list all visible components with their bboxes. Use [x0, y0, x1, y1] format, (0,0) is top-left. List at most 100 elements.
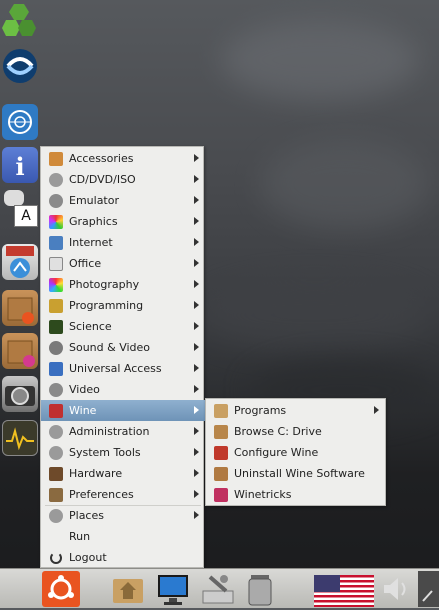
menu-item-label: Preferences: [69, 488, 134, 501]
menu-item-label: Office: [69, 257, 102, 270]
cubes-launcher-icon[interactable]: [2, 2, 38, 38]
menu-item-label: CD/DVD/ISO: [69, 173, 136, 186]
trash-icon: [248, 575, 272, 606]
menu-item-video[interactable]: Video: [41, 379, 205, 400]
keyboard-layout-flag[interactable]: [314, 571, 374, 607]
menu-item-photography[interactable]: Photography: [41, 274, 205, 295]
submenu-arrow-icon: [194, 385, 199, 393]
menu-item-office[interactable]: Office: [41, 253, 205, 274]
science-icon: [49, 320, 63, 334]
camera-launcher-icon[interactable]: [2, 376, 38, 412]
sync-launcher-icon[interactable]: [2, 48, 38, 84]
system-tools-icon: [49, 446, 63, 460]
menu-item-label: Programs: [234, 404, 287, 417]
system-monitor-launcher-icon[interactable]: [2, 420, 38, 456]
programming-icon: [49, 299, 63, 313]
menu-item-label: Places: [69, 509, 104, 522]
search-icon: [422, 590, 433, 602]
submenu-item-configure-wine[interactable]: Configure Wine: [206, 442, 385, 463]
submenu-arrow-icon: [194, 469, 199, 477]
menu-item-label: Universal Access: [69, 362, 162, 375]
sound-video-icon: [49, 341, 63, 355]
menu-item-accessories[interactable]: Accessories: [41, 148, 205, 169]
submenu-arrow-icon: [194, 343, 199, 351]
menu-item-preferences[interactable]: Preferences: [41, 484, 205, 505]
wine-submenu: Programs Browse C: Drive Configure Wine …: [205, 398, 386, 506]
menu-item-emulator[interactable]: Emulator: [41, 190, 205, 211]
universal-access-icon: [49, 362, 63, 376]
menu-item-label: Uninstall Wine Software: [234, 467, 365, 480]
submenu-item-winetricks[interactable]: Winetricks: [206, 484, 385, 505]
menu-item-hardware[interactable]: Hardware: [41, 463, 205, 484]
video-icon: [49, 383, 63, 397]
info-launcher-icon[interactable]: i: [2, 147, 38, 183]
system-settings-button[interactable]: [200, 571, 236, 607]
office-icon: [49, 257, 63, 271]
menu-item-label: Science: [69, 320, 112, 333]
menu-item-label: Wine: [69, 404, 97, 417]
menu-item-places[interactable]: Places: [41, 505, 205, 526]
home-folder-icon: [113, 579, 143, 603]
calendar-launcher-icon[interactable]: [2, 244, 38, 280]
logout-icon: [50, 552, 62, 564]
keyboard-launcher-icon[interactable]: [4, 190, 24, 206]
menu-item-label: Configure Wine: [234, 446, 319, 459]
menu-item-universal-access[interactable]: Universal Access: [41, 358, 205, 379]
wine-icon: [49, 404, 63, 418]
tools-icon: [202, 575, 234, 604]
submenu-arrow-icon: [194, 259, 199, 267]
disc-icon: [49, 173, 63, 187]
menu-item-label: Emulator: [69, 194, 119, 207]
menu-item-graphics[interactable]: Graphics: [41, 211, 205, 232]
accessories-icon: [49, 152, 63, 166]
home-folder-button[interactable]: [110, 571, 146, 607]
package-installer-launcher-icon[interactable]: [2, 333, 38, 369]
menu-item-label: Sound & Video: [69, 341, 151, 354]
left-dock: i: [0, 0, 40, 566]
search-button[interactable]: [418, 571, 439, 607]
menu-item-programming[interactable]: Programming: [41, 295, 205, 316]
un-logo-launcher-icon[interactable]: [2, 104, 38, 140]
volume-button[interactable]: [378, 571, 414, 607]
submenu-arrow-icon: [194, 511, 199, 519]
speaker-icon: [384, 578, 406, 600]
menu-item-system-tools[interactable]: System Tools: [41, 442, 205, 463]
menu-item-label: Programming: [69, 299, 144, 312]
submenu-arrow-icon: [194, 448, 199, 456]
submenu-item-uninstall-wine-software[interactable]: Uninstall Wine Software: [206, 463, 385, 484]
configure-wine-icon: [214, 446, 228, 460]
submenu-arrow-icon: [194, 154, 199, 162]
submenu-arrow-icon: [194, 364, 199, 372]
menu-item-label: Run: [69, 530, 91, 543]
menu-item-run[interactable]: Run: [41, 526, 205, 547]
submenu-arrow-icon: [194, 406, 199, 414]
monitor-icon: [158, 575, 188, 605]
submenu-arrow-icon: [194, 238, 199, 246]
ubuntu-logo-icon: [48, 575, 74, 600]
ubuntu-software-launcher-icon[interactable]: [2, 290, 38, 326]
winetricks-icon: [214, 488, 228, 502]
submenu-item-programs[interactable]: Programs: [206, 400, 385, 421]
submenu-arrow-icon: [194, 280, 199, 288]
menu-item-label: Video: [69, 383, 100, 396]
ubuntu-menu-button[interactable]: [42, 571, 80, 607]
menu-item-label: Administration: [69, 425, 150, 438]
trash-button[interactable]: [242, 571, 278, 607]
menu-item-label: System Tools: [69, 446, 141, 459]
submenu-item-browse-c-drive[interactable]: Browse C: Drive: [206, 421, 385, 442]
submenu-arrow-icon: [374, 406, 379, 414]
menu-item-administration[interactable]: Administration: [41, 421, 205, 442]
menu-item-science[interactable]: Science: [41, 316, 205, 337]
bottom-panel: [0, 568, 439, 608]
browse-drive-icon: [214, 425, 228, 439]
menu-item-sound-video[interactable]: Sound & Video: [41, 337, 205, 358]
menu-item-wine[interactable]: Wine: [41, 400, 205, 421]
menu-item-internet[interactable]: Internet: [41, 232, 205, 253]
submenu-arrow-icon: [194, 322, 199, 330]
menu-item-label: Graphics: [69, 215, 118, 228]
menu-item-label: Photography: [69, 278, 140, 291]
applications-menu: Accessories CD/DVD/ISO Emulator Graphics…: [40, 146, 205, 568]
desktop-button[interactable]: [155, 571, 191, 607]
menu-item-cd-dvd-iso[interactable]: CD/DVD/ISO: [41, 169, 205, 190]
menu-item-logout[interactable]: Logout: [41, 547, 205, 568]
